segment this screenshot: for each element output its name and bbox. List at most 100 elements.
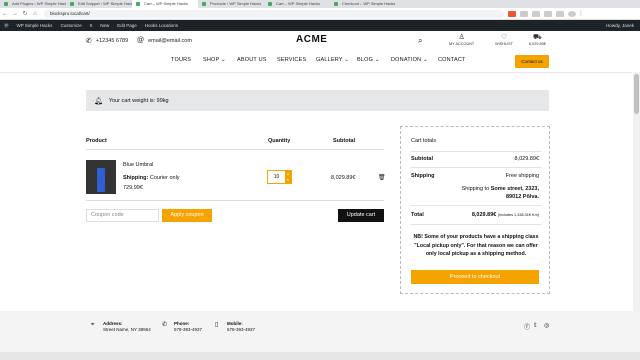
col-header-product: Product (86, 138, 107, 144)
address-bar: ← → ↻ ⌂ blockspro.local/cart/ ⋮ (0, 8, 640, 20)
contact-us-button[interactable]: Contact us (515, 55, 549, 68)
apply-coupon-button[interactable]: Apply coupon (162, 209, 212, 222)
extension-icon[interactable] (556, 10, 564, 17)
col-header-subtotal: Subtotal (333, 138, 355, 144)
subtotal-label: Subtotal (411, 156, 433, 162)
shipping-label: Shipping (411, 173, 435, 179)
admin-customize-link[interactable]: Customize (60, 23, 81, 28)
admin-new-link[interactable]: New (100, 23, 109, 28)
browser-tab-active[interactable]: Cart – WP Simple Hacks (132, 0, 198, 8)
table-divider (86, 149, 384, 150)
coupon-input[interactable]: Coupon code (86, 209, 159, 222)
url-field[interactable]: blockspro.local/cart/ (44, 9, 504, 18)
quantity-down-icon[interactable]: ▼ (285, 177, 291, 183)
menu-item-services[interactable]: SERVICES (277, 57, 306, 63)
extension-icon[interactable] (532, 10, 540, 17)
menu-item-shop[interactable]: SHOP ⌄ (203, 57, 226, 63)
heart-icon: ♡ (500, 34, 508, 41)
extension-icon[interactable] (520, 10, 528, 17)
menu-item-blog[interactable]: BLOG ⌄ (357, 57, 380, 63)
footer-address: ⌖ Address: Street Name, NY 38954 (91, 321, 151, 333)
browser-tab[interactable]: Edit Snippet ‹ WP Simple Hacks (66, 0, 132, 8)
footer-phone-value[interactable]: 578-393-4937 (174, 327, 202, 332)
location-pin-icon: ⌖ (91, 322, 95, 328)
table-divider (86, 200, 384, 201)
site-logo[interactable]: ACME (296, 34, 327, 45)
menu-item-blog-label: BLOG (357, 57, 374, 63)
cart-weight-notice: 🔔︎ Your cart weight is: 99kg (86, 90, 549, 111)
product-shipping-meta: Shipping: Courier only (123, 175, 180, 181)
profile-icon[interactable] (568, 10, 576, 17)
menu-item-contact[interactable]: CONTACT (438, 57, 466, 63)
footer-mobile-value[interactable]: 578-393-4937 (227, 327, 255, 332)
order-total-value: 8,029.89€ (471, 212, 497, 218)
instagram-icon[interactable]: ◎ (544, 322, 549, 329)
home-icon[interactable]: ⌂ (30, 11, 40, 17)
menu-kebab-icon[interactable]: ⋮ (576, 10, 586, 17)
facebook-icon[interactable]: ⓕ (524, 322, 530, 331)
mini-cart-link[interactable]: ⛟ 8,029.89€ (529, 34, 546, 46)
footer-phone: ✆ Phone: 578-393-4937 (162, 321, 202, 333)
browser-bottom-strip (0, 352, 640, 360)
order-total: 8,029.89€ (includes 1,338.31€ Km) (472, 212, 539, 218)
shipping-address-line1: Some street, 2323, (490, 186, 539, 192)
back-icon[interactable]: ← (0, 11, 10, 17)
email-icon: @ (137, 37, 145, 44)
admin-howdy[interactable]: Howdy, Janek (606, 23, 634, 28)
product-image-bottle (97, 168, 105, 192)
quantity-input[interactable]: 10 (268, 171, 285, 183)
quantity-stepper[interactable]: 10 ▲ ▼ (267, 170, 292, 184)
reload-icon[interactable]: ↻ (20, 10, 30, 17)
wishlist-label: WISHLIST (495, 42, 513, 46)
local-pickup-note: NB! Some of your products have a shippin… (413, 234, 539, 257)
twitter-icon[interactable]: 𝕥 (534, 322, 537, 329)
quantity-arrows[interactable]: ▲ ▼ (285, 171, 291, 183)
totals-divider (411, 205, 541, 206)
forward-icon[interactable]: → (10, 11, 20, 17)
product-name-link[interactable]: Blue Umbral (123, 162, 153, 168)
page-scrollbar[interactable] (633, 72, 640, 312)
shipping-to-label: Shipping to (461, 186, 490, 192)
remove-item-icon[interactable]: 🗑︎ (378, 174, 386, 181)
proceed-to-checkout-button[interactable]: Proceed to checkout (411, 270, 539, 284)
menu-item-gallery[interactable]: GALLERY ⌄ (316, 57, 349, 63)
header-phone[interactable]: ✆ +12345 6789 (86, 37, 128, 45)
header-email[interactable]: @ email@email.com (137, 37, 192, 44)
browser-tab[interactable]: Cart – WP Simple Hacks (264, 0, 330, 8)
extension-icon[interactable] (508, 10, 516, 17)
extension-icon[interactable] (544, 10, 552, 17)
menu-item-gallery-label: GALLERY (316, 57, 343, 63)
browser-tab[interactable]: Checkout – WP Simple Hacks (330, 0, 396, 8)
admin-edit-page-link[interactable]: Edit Page (117, 23, 137, 28)
admin-comments-count[interactable]: 0 (90, 23, 93, 28)
admin-site-link[interactable]: WP Simple Hacks (17, 23, 53, 28)
wp-admin-bar: Ⓦ WP Simple Hacks Customize 0 New Edit P… (0, 20, 640, 31)
tax-note: (includes 1,338.31€ Km) (497, 213, 539, 217)
product-thumbnail[interactable] (86, 160, 116, 194)
cart-weight-text: Your cart weight is: 99kg (108, 97, 169, 104)
header-divider (0, 72, 632, 73)
menu-item-donation[interactable]: DONATION ⌄ (391, 57, 428, 63)
scrollbar-thumb[interactable] (634, 74, 639, 114)
browser-tab-bar: Add Plugins ‹ WP Simple Hacks Edit Snipp… (0, 0, 640, 8)
my-account-label: MY ACCOUNT (449, 42, 475, 46)
mouse-cursor-icon: ↖ (359, 215, 365, 222)
phone-icon: ✆ (86, 38, 92, 45)
menu-item-about[interactable]: ABOUT US (237, 57, 267, 63)
browser-tab[interactable]: Products ‹ WP Simple Hacks (198, 0, 264, 8)
header-email-text: email@email.com (148, 37, 192, 44)
admin-hooks-link[interactable]: Hooks Locations (145, 23, 178, 28)
browser-tab[interactable]: Add Plugins ‹ WP Simple Hacks (0, 0, 66, 8)
shipping-method-value: Free shipping (505, 173, 539, 179)
cart-totals-box: Cart totals Subtotal 8,029.89€ Shipping … (400, 126, 550, 294)
wordpress-icon[interactable]: Ⓦ (4, 23, 9, 29)
search-icon[interactable]: ⌕ (418, 36, 422, 46)
menu-item-shop-label: SHOP (203, 57, 220, 63)
shipping-meta-value: Courier only (149, 175, 180, 181)
menu-item-tours[interactable]: TOURS (171, 57, 191, 63)
mini-cart-total: 8,029.89€ (529, 42, 546, 46)
my-account-link[interactable]: ♙ MY ACCOUNT (449, 34, 474, 46)
wishlist-link[interactable]: ♡ WISHLIST (495, 34, 513, 46)
subtotal-value: 8,029.89€ (514, 156, 539, 162)
header-phone-text: +12345 6789 (95, 38, 129, 44)
